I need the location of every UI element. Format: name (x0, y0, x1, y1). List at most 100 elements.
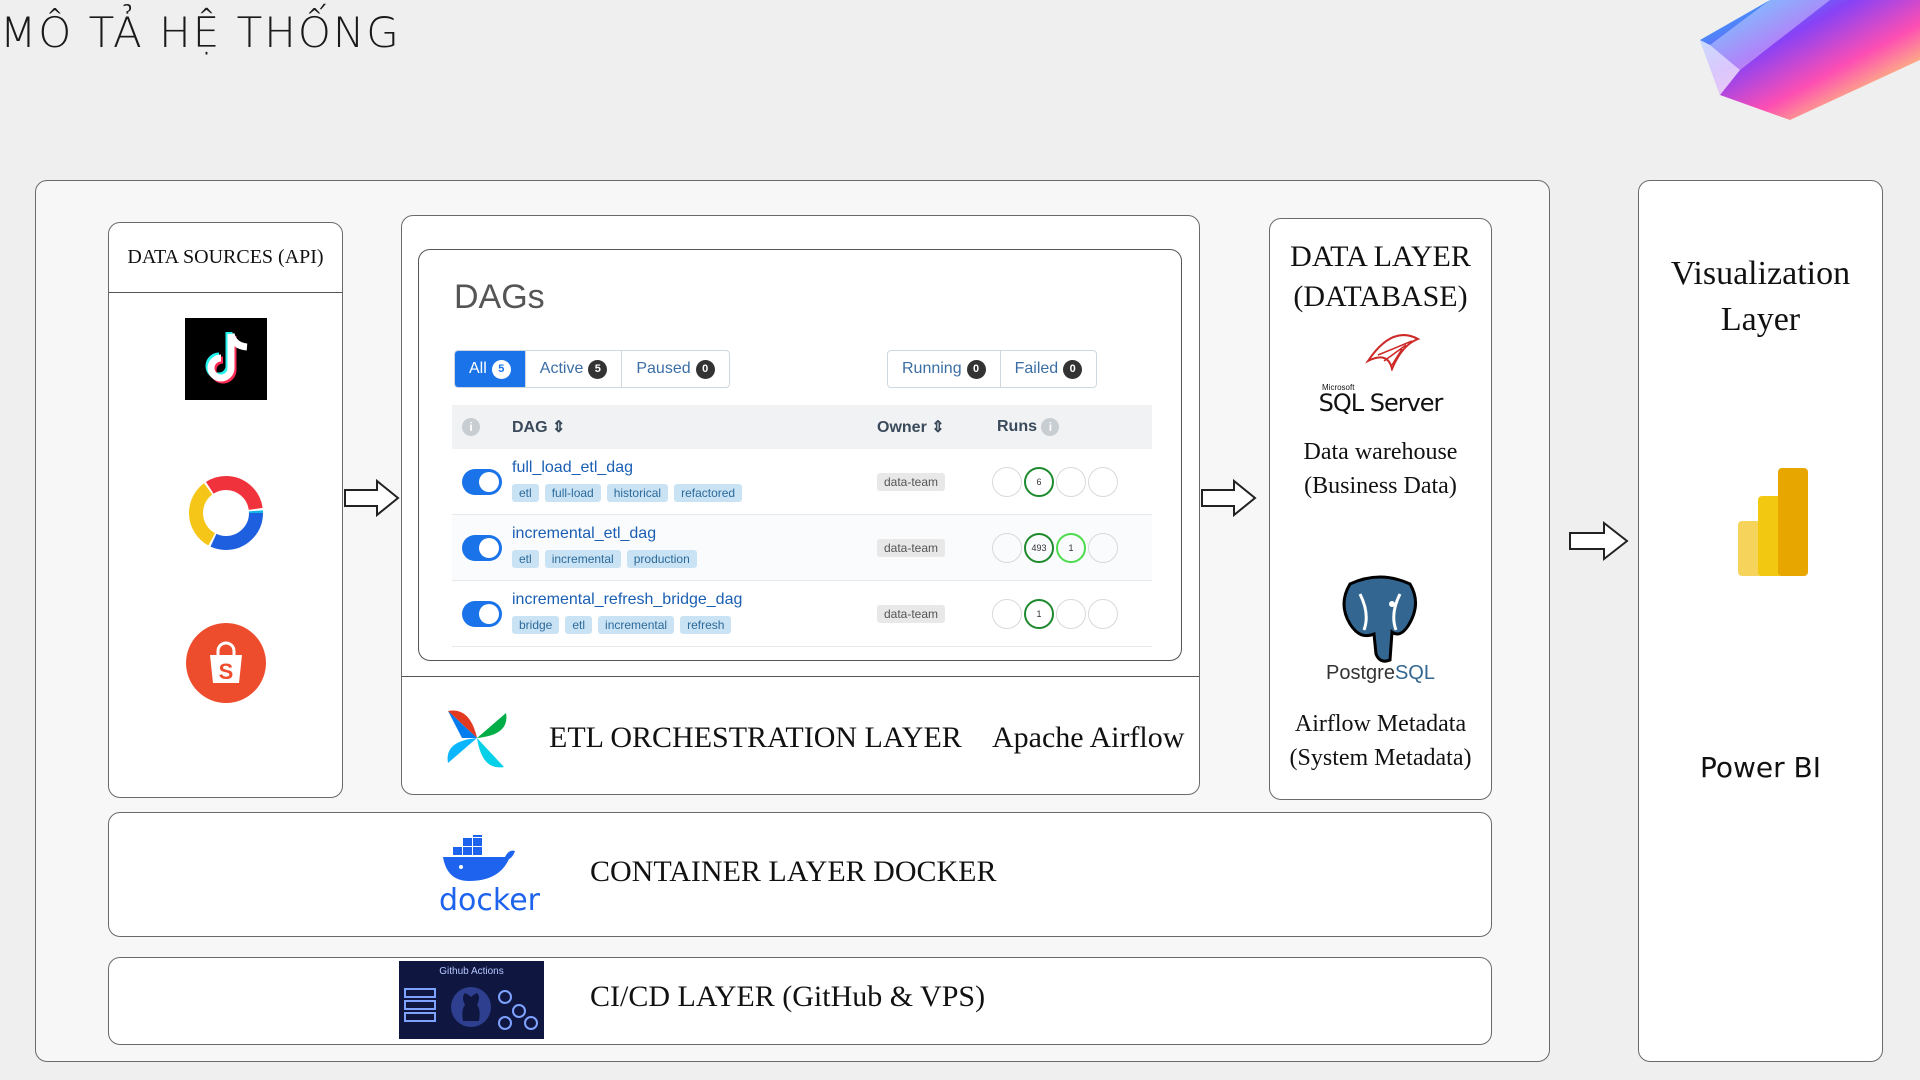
info-icon: i (462, 418, 480, 436)
table-row: incremental_etl_dag etl incremental prod… (452, 515, 1152, 581)
data-layer-subheading: (DATABASE) (1293, 280, 1468, 313)
cicd-layer-panel: Github Actions CI/CD LAYER (GitHub & VPS… (108, 957, 1492, 1045)
run-circle[interactable] (1056, 599, 1086, 629)
dag-owner: data-team (877, 539, 946, 557)
run-circle[interactable] (992, 599, 1022, 629)
column-runs: Runs i (997, 418, 1060, 436)
docker-whale-icon (443, 835, 515, 881)
run-circle[interactable] (1088, 599, 1118, 629)
tab-failed-count: 0 (1063, 359, 1083, 379)
github-actions-banner-text: Github Actions (439, 966, 504, 977)
slide-title: MÔ TẢ HỆ THỐNG (0, 8, 401, 57)
tab-running[interactable]: Running 0 (888, 351, 1001, 387)
warehouse-label: Data warehouse (1303, 439, 1458, 465)
column-runs-label: Runs (997, 418, 1037, 435)
airflow-dags-screenshot: DAGs All 5 Active 5 Paused 0 Running 0 Faile… (418, 249, 1182, 661)
github-actions-banner: Github Actions (399, 961, 544, 1039)
dag-tag[interactable]: etl (512, 484, 539, 502)
dag-owner: data-team (877, 473, 946, 491)
airflow-pinwheel-icon (447, 710, 507, 768)
run-circle-success[interactable]: 1 (1024, 599, 1054, 629)
data-layer-heading: DATA LAYER (1290, 240, 1471, 273)
run-circle[interactable] (992, 467, 1022, 497)
etl-orchestration-panel: DAGs All 5 Active 5 Paused 0 Running 0 Faile… (401, 215, 1200, 795)
tab-failed[interactable]: Failed 0 (1001, 351, 1097, 387)
postgresql-elephant-icon (1342, 575, 1417, 663)
airflow-tool-label: Apache Airflow (992, 721, 1185, 754)
dag-tag[interactable]: full-load (544, 484, 601, 502)
tab-running-count: 0 (966, 359, 986, 379)
dag-runs: 6 (992, 467, 1118, 497)
container-layer-label: CONTAINER LAYER DOCKER (590, 855, 997, 888)
run-circle[interactable] (1088, 533, 1118, 563)
metadata-sublabel: (System Metadata) (1289, 745, 1472, 771)
dag-toggle[interactable] (462, 535, 502, 561)
dag-name-link[interactable]: incremental_refresh_bridge_dag (512, 591, 742, 609)
powerbi-icon (1738, 468, 1808, 576)
run-circle[interactable] (1088, 467, 1118, 497)
dags-title: DAGs (454, 278, 545, 316)
postgresql-logo-part: SQL (1394, 662, 1435, 684)
tiktok-icon (184, 318, 267, 400)
arrow-right-icon (344, 478, 400, 518)
svg-text:S: S (218, 659, 233, 684)
dag-tag[interactable]: incremental (544, 550, 621, 568)
dag-tag[interactable]: production (626, 550, 697, 568)
visualization-title-line: Layer (1720, 301, 1801, 338)
table-header: i DAG ⇕ Owner ⇕ Runs i (452, 405, 1152, 449)
container-layer-panel: docker CONTAINER LAYER DOCKER (108, 812, 1492, 937)
powerbi-label: Power BI (1699, 751, 1822, 784)
run-circle[interactable] (1056, 467, 1086, 497)
data-sources-heading: DATA SOURCES (API) (109, 223, 342, 293)
column-owner[interactable]: Owner ⇕ (877, 417, 945, 437)
data-sources-panel: DATA SOURCES (API) S (108, 222, 343, 798)
run-circle[interactable] (992, 533, 1022, 563)
column-dag-label: DAG (512, 419, 548, 436)
dag-tag[interactable]: incremental (598, 616, 675, 634)
dag-tag[interactable]: historical (606, 484, 669, 502)
dag-tags: bridge etl incremental refresh (512, 616, 732, 634)
etl-layer-label: ETL ORCHESTRATION LAYER (549, 721, 962, 754)
dag-toggle[interactable] (462, 601, 502, 627)
postgresql-logo-part: Postgre (1326, 662, 1395, 684)
prism-decoration-icon (1700, 0, 1920, 120)
dag-name-link[interactable]: full_load_etl_dag (512, 459, 633, 477)
dags-table: i DAG ⇕ Owner ⇕ Runs i full_load_etl_dag… (452, 405, 1152, 647)
dag-tag[interactable]: etl (565, 616, 593, 634)
tab-active-label: Active (539, 360, 584, 377)
postgresql-logo-text: PostgreSQL (1270, 662, 1491, 685)
dag-tag[interactable]: etl (512, 550, 539, 568)
dag-tag[interactable]: bridge (512, 616, 560, 634)
dag-tag[interactable]: refresh (680, 616, 732, 634)
data-layer-panel: DATA LAYER (DATABASE) Microsoft SQL Serv… (1269, 218, 1492, 800)
dag-name-link[interactable]: incremental_etl_dag (512, 525, 656, 543)
cicd-layer-label: CI/CD LAYER (GitHub & VPS) (590, 980, 986, 1013)
info-icon: i (1041, 418, 1060, 436)
dag-tags: etl full-load historical refactored (512, 484, 743, 502)
tab-all-count: 5 (491, 359, 511, 379)
metadata-label: Airflow Metadata (1294, 711, 1467, 737)
run-circle-success[interactable]: 493 (1024, 533, 1054, 563)
dag-tags: etl incremental production (512, 550, 697, 568)
shopee-icon: S (185, 623, 266, 703)
dag-toggle[interactable] (462, 469, 502, 495)
dag-owner: data-team (877, 605, 946, 623)
lazada-icon (188, 476, 263, 550)
tab-all[interactable]: All 5 (455, 351, 526, 387)
divider (402, 676, 1199, 677)
dag-runs: 1 (992, 599, 1118, 629)
sqlserver-icon (1365, 334, 1421, 371)
dag-filter-tabs: All 5 Active 5 Paused 0 (454, 350, 730, 388)
dag-tag[interactable]: refactored (674, 484, 743, 502)
tab-paused[interactable]: Paused 0 (622, 351, 728, 387)
tab-running-label: Running (902, 360, 962, 377)
visualization-title-line: Visualization (1670, 255, 1851, 292)
run-circle-success[interactable]: 6 (1024, 467, 1054, 497)
tab-paused-label: Paused (636, 360, 691, 377)
column-owner-label: Owner (877, 419, 927, 436)
visualization-layer-panel: Visualization Layer Power BI (1638, 180, 1883, 1062)
tab-active[interactable]: Active 5 (526, 351, 623, 387)
warehouse-sublabel: (Business Data) (1304, 473, 1457, 499)
run-circle-running[interactable]: 1 (1056, 533, 1086, 563)
column-dag[interactable]: DAG ⇕ (512, 417, 565, 437)
